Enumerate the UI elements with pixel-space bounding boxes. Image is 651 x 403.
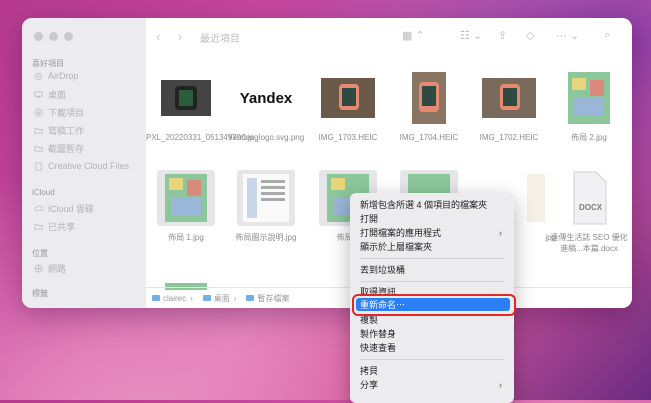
file-item[interactable]: IMG_1702.HEIC xyxy=(469,70,549,143)
menu-item-make-alias[interactable]: 製作替身 xyxy=(356,327,510,340)
file-thumbnail xyxy=(400,70,458,126)
sidebar-item-label: AirDrop xyxy=(48,71,79,81)
file-name: 佈局 2.jpg xyxy=(571,133,607,142)
file-name: IMG_1703.HEIC xyxy=(318,133,378,142)
file-thumbnail: DOCX xyxy=(560,170,618,226)
menu-item-label: 分享 xyxy=(360,380,379,390)
file-name: IMG_1702.HEIC xyxy=(479,133,539,142)
path-item[interactable]: 暫存檔案 xyxy=(257,293,289,304)
finder-window: 喜好項目 AirDrop 桌面 下載項目 寫稿工作 截圖暫存 Creative … xyxy=(22,18,632,308)
back-button[interactable]: ‹ xyxy=(156,29,160,44)
airdrop-icon xyxy=(34,72,43,80)
share-icon[interactable]: ⇪ xyxy=(498,29,507,42)
menu-item-label: 打開檔案的應用程式 xyxy=(360,228,442,238)
highlight-annotation xyxy=(352,294,516,316)
forward-button[interactable]: › xyxy=(178,29,182,44)
menu-item-quick-look[interactable]: 快速查看 xyxy=(356,341,510,354)
window-title: 最近項目 xyxy=(200,34,240,45)
folder-icon xyxy=(202,295,211,301)
cloud-icon xyxy=(34,204,43,211)
sidebar-item-airdrop[interactable]: AirDrop xyxy=(34,68,79,84)
file-item[interactable]: DOCX 遠傳生活誌 SEO 優化進稿...本篇.docx xyxy=(549,170,629,254)
window-controls xyxy=(34,32,73,41)
sidebar-item-creative-cloud[interactable]: Creative Cloud Files xyxy=(34,158,129,174)
menu-item-open[interactable]: 打開 xyxy=(356,212,510,225)
folder-icon xyxy=(34,145,43,152)
sidebar-item-shared[interactable]: 已共享 xyxy=(34,218,75,234)
view-grid-icon[interactable]: ▦ ⌃ xyxy=(402,29,425,42)
menu-item-copy[interactable]: 拷貝 xyxy=(356,364,510,377)
toolbar: ‹ › 最近項目 ▦ ⌃ ☷ ⌄ ⇪ ◇ ⋯ ⌄ ⌕ xyxy=(146,18,632,56)
file-thumbnail xyxy=(157,170,215,226)
file-item[interactable]: PXL_20220331_051349790.jpg xyxy=(146,70,259,143)
file-thumbnail xyxy=(237,170,295,226)
search-icon[interactable]: ⌕ xyxy=(604,29,610,42)
menu-item-open-with[interactable]: 打開檔案的應用程式 › xyxy=(356,226,510,239)
folder-icon xyxy=(152,295,160,301)
globe-icon xyxy=(34,263,43,273)
sidebar-item-screenshots[interactable]: 截圖暫存 xyxy=(34,140,84,156)
menu-item-new-folder-with-selection[interactable]: 新增包含所選 4 個項目的檔案夾 xyxy=(356,198,510,211)
sidebar-item-label: iCloud 雲碟 xyxy=(48,203,95,214)
menu-item-move-to-trash[interactable]: 丟到垃圾桶 xyxy=(356,263,510,276)
file-item[interactable]: IMG_1704.HEIC xyxy=(389,70,469,143)
sidebar-item-label: 寫稿工作 xyxy=(48,125,85,136)
sidebar-item-downloads[interactable]: 下載項目 xyxy=(34,104,84,120)
path-item[interactable]: 桌面 xyxy=(214,293,230,304)
file-name: Yandex_logo.svg.png xyxy=(227,133,305,142)
sidebar-item-label: 桌面 xyxy=(48,89,67,100)
doc-icon xyxy=(35,161,42,171)
download-icon xyxy=(34,107,43,117)
file-name: 佈局 1.jpg xyxy=(168,233,204,242)
file-thumbnail xyxy=(560,70,618,126)
file-name: 遠傳生活誌 SEO 優化進稿...本篇.docx xyxy=(550,233,628,253)
folder-icon xyxy=(246,295,255,301)
file-item[interactable]: IMG_1703.HEIC xyxy=(308,70,388,143)
file-thumbnail xyxy=(480,70,538,126)
sidebar-item-label: 下載項目 xyxy=(48,107,85,118)
close-button[interactable] xyxy=(34,32,43,41)
sidebar-item-label: 截圖暫存 xyxy=(48,143,85,154)
file-name: 佈局圖示說明.jpg xyxy=(235,233,297,242)
sidebar: 喜好項目 AirDrop 桌面 下載項目 寫稿工作 截圖暫存 Creative … xyxy=(22,18,146,308)
file-item-selected[interactable]: 佈局圖示說明.jpg xyxy=(226,170,306,243)
file-item-selected[interactable]: 佈局 1.jpg xyxy=(146,170,226,243)
menu-separator xyxy=(360,359,504,360)
menu-separator xyxy=(360,281,504,282)
chevron-right-icon: › xyxy=(499,227,502,238)
sidebar-item-writing[interactable]: 寫稿工作 xyxy=(34,122,84,138)
sidebar-item-label: Creative Cloud Files xyxy=(48,161,130,171)
tag-icon[interactable]: ◇ xyxy=(526,29,534,42)
menu-item-share[interactable]: 分享 › xyxy=(356,378,510,391)
shared-folder-icon xyxy=(34,223,43,230)
file-name: IMG_1704.HEIC xyxy=(399,133,459,142)
file-name: PXL_20220331_051349790.jpg xyxy=(146,133,259,142)
docx-badge: DOCX xyxy=(579,203,603,212)
sidebar-item-icloud-drive[interactable]: iCloud 雲碟 xyxy=(34,200,94,216)
sidebar-item-label: 網路 xyxy=(48,263,67,274)
sidebar-section-locations: 位置 xyxy=(32,249,48,258)
sidebar-item-network[interactable]: 網路 xyxy=(34,260,66,276)
file-item[interactable]: Yandex Yandex_logo.svg.png xyxy=(226,70,306,143)
sidebar-section-tags: 標籤 xyxy=(32,289,48,298)
file-thumbnail xyxy=(319,70,377,126)
file-thumbnail: Yandex xyxy=(237,70,295,126)
desktop-icon xyxy=(34,90,43,98)
menu-separator xyxy=(360,258,504,259)
menu-item-show-in-enclosing-folder[interactable]: 顯示於上層檔案夾 xyxy=(356,240,510,253)
file-thumbnail xyxy=(157,70,215,126)
sidebar-section-icloud: iCloud xyxy=(32,188,55,197)
group-icon[interactable]: ☷ ⌄ xyxy=(460,29,482,42)
minimize-button[interactable] xyxy=(49,32,58,41)
more-actions-icon[interactable]: ⋯ ⌄ xyxy=(556,29,579,42)
zoom-button[interactable] xyxy=(64,32,73,41)
path-item[interactable]: clairec xyxy=(163,294,186,303)
chevron-right-icon: › xyxy=(499,379,502,390)
folder-icon xyxy=(34,127,43,134)
sidebar-item-desktop[interactable]: 桌面 xyxy=(34,86,66,102)
yandex-logo: Yandex xyxy=(239,89,293,107)
sidebar-item-label: 已共享 xyxy=(48,221,76,232)
file-item[interactable]: 佈局 2.jpg xyxy=(549,70,629,143)
